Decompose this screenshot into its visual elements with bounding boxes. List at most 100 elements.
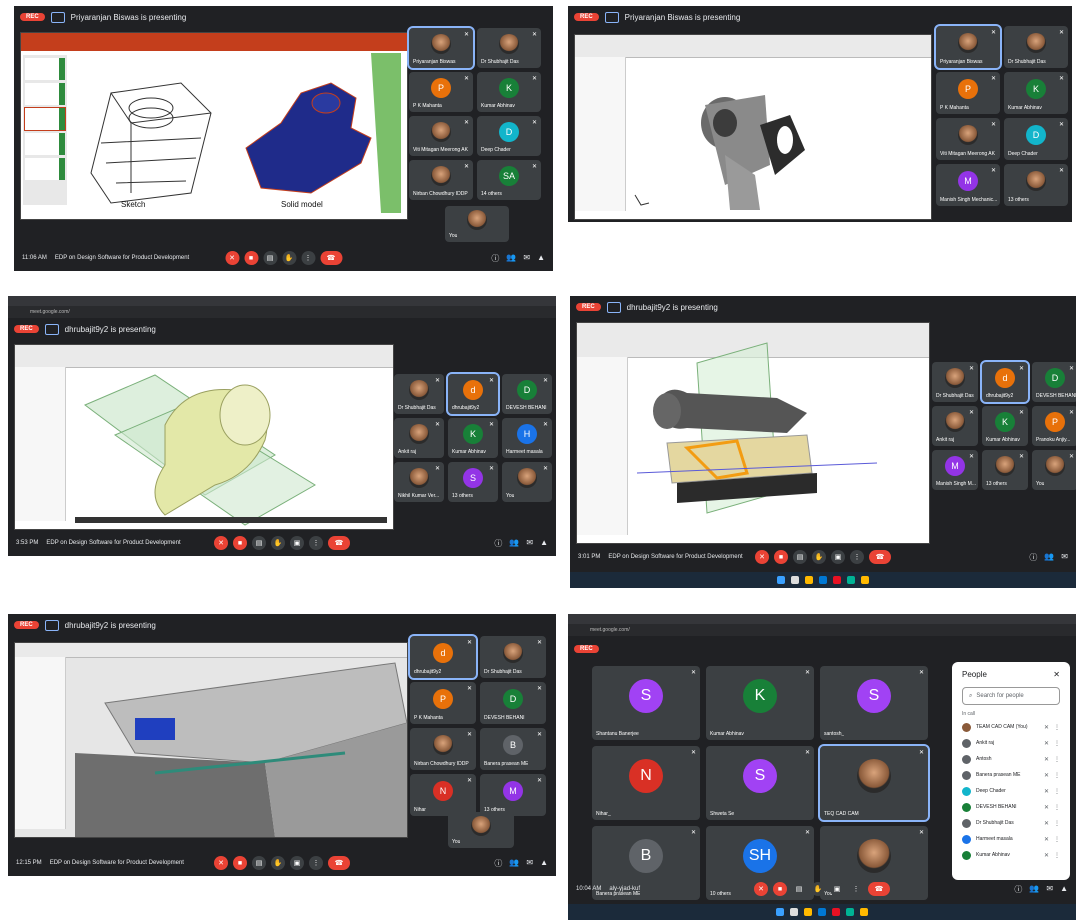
activities-icon[interactable]: ▲ — [537, 253, 545, 264]
more-options-button[interactable]: ⋮ — [301, 251, 315, 265]
participant-tile[interactable]: ✕ Ankit raj — [932, 406, 978, 446]
info-icon[interactable]: ⓘ — [494, 538, 502, 549]
people-icon[interactable]: 👥 — [509, 538, 519, 549]
present-button[interactable]: ▣ — [830, 882, 844, 896]
taskbar-app-icon[interactable] — [804, 908, 812, 916]
participant-tile[interactable]: d ✕ dhrubajit9y2 — [408, 634, 478, 680]
start-icon[interactable] — [777, 576, 785, 584]
raise-hand-button[interactable]: ✋ — [271, 536, 285, 550]
raise-hand-button[interactable]: ✋ — [271, 856, 285, 870]
taskbar-app-icon[interactable] — [846, 908, 854, 916]
taskbar-app-icon[interactable] — [847, 576, 855, 584]
participant-tile[interactable]: D ✕ Deep Chader — [1004, 118, 1068, 160]
participant-tile[interactable]: M ✕ Manish Singh Mechanic... — [936, 164, 1000, 206]
participant-tile[interactable]: P ✕ Pranoku Anjiy... — [1032, 406, 1076, 446]
captions-button[interactable]: ▤ — [792, 882, 806, 896]
participant-tile[interactable]: K ✕ Kumar Abhinav — [982, 406, 1028, 446]
mic-off-button[interactable]: ✕ — [214, 856, 228, 870]
chat-icon[interactable]: ✉ — [1046, 884, 1053, 895]
people-search-input[interactable]: ⌕ Search for people — [962, 687, 1060, 705]
participant-tile[interactable]: M ✕ 13 others — [480, 774, 546, 816]
chat-icon[interactable]: ✉ — [1061, 552, 1068, 563]
more-options-icon[interactable]: ⋮ — [1054, 724, 1060, 731]
leave-call-button[interactable]: ☎ — [328, 856, 350, 870]
leave-call-button[interactable]: ☎ — [328, 536, 350, 550]
captions-button[interactable]: ▤ — [263, 251, 277, 265]
people-list-item[interactable]: Kumar Abhinav ✕ ⋮ — [952, 847, 1070, 863]
activities-icon[interactable]: ▲ — [540, 538, 548, 549]
participant-tile[interactable]: P ✕ P K Mahanta — [936, 72, 1000, 114]
participant-tile[interactable]: D ✕ DEVESH BEHANI — [1032, 362, 1076, 402]
participant-tile[interactable]: ✕ Dr Shubhajit Das — [477, 28, 541, 68]
raise-hand-button[interactable]: ✋ — [812, 550, 826, 564]
more-options-icon[interactable]: ⋮ — [1054, 820, 1060, 827]
activities-icon[interactable]: ▲ — [540, 858, 548, 869]
participant-tile[interactable]: ✕ 13 others — [1004, 164, 1068, 206]
participant-tile[interactable]: P ✕ P K Mahanta — [410, 682, 476, 724]
taskbar-app-icon[interactable] — [818, 908, 826, 916]
participant-tile[interactable]: ✕ Ankit raj — [394, 418, 444, 458]
chat-icon[interactable]: ✉ — [523, 253, 530, 264]
start-icon[interactable] — [776, 908, 784, 916]
more-options-icon[interactable]: ⋮ — [1054, 788, 1060, 795]
participant-tile[interactable]: ✕ TEQ CAD CAM — [818, 744, 930, 822]
participant-tile[interactable]: ✕ Viti Mitagan Meerong AK — [409, 116, 473, 156]
leave-call-button[interactable]: ☎ — [868, 882, 890, 896]
participant-tile[interactable]: ✕ You — [502, 462, 552, 502]
participant-tile[interactable]: ✕ Dr Shubhajit Das — [1004, 26, 1068, 68]
participant-tile[interactable]: ✕ Nirban Chowdhury IDDP — [409, 160, 473, 200]
people-list-item[interactable]: DEVESH BEHANI ✕ ⋮ — [952, 799, 1070, 815]
participant-tile[interactable]: D ✕ DEVESH BEHANI — [480, 682, 546, 724]
search-icon[interactable] — [791, 576, 799, 584]
more-options-button[interactable]: ⋮ — [309, 536, 323, 550]
present-button[interactable]: ▣ — [831, 550, 845, 564]
participant-tile[interactable]: ✕ Priyaranjan Biswas — [934, 24, 1002, 70]
mic-off-button[interactable]: ✕ — [755, 550, 769, 564]
participant-tile[interactable]: S ✕ Shweta Se — [706, 746, 814, 820]
taskbar-app-icon[interactable] — [819, 576, 827, 584]
info-icon[interactable]: ⓘ — [491, 253, 499, 264]
taskbar-app-icon[interactable] — [805, 576, 813, 584]
participant-tile[interactable]: S ✕ 13 others — [448, 462, 498, 502]
participant-tile[interactable]: ✕ Nikhil Kumar Ver... — [394, 462, 444, 502]
more-options-button[interactable]: ⋮ — [850, 550, 864, 564]
people-list-item[interactable]: TEAM CAD CAM (You) ✕ ⋮ — [952, 719, 1070, 735]
more-options-icon[interactable]: ⋮ — [1054, 740, 1060, 747]
people-list-item[interactable]: Dr Shubhajit Das ✕ ⋮ — [952, 815, 1070, 831]
participant-tile[interactable]: d ✕ dhrubajit9y2 — [446, 372, 500, 416]
activities-icon[interactable]: ▲ — [1060, 884, 1068, 895]
more-options-button[interactable]: ⋮ — [849, 882, 863, 896]
close-icon[interactable]: ✕ — [1053, 670, 1060, 679]
participant-tile[interactable]: N ✕ Nihar — [410, 774, 476, 816]
people-icon[interactable]: 👥 — [506, 253, 516, 264]
participant-tile[interactable]: K ✕ Kumar Abhinav — [448, 418, 498, 458]
info-icon[interactable]: ⓘ — [1029, 552, 1037, 563]
participant-tile[interactable]: H ✕ Harmeet masala — [502, 418, 552, 458]
participant-tile[interactable]: B ✕ Banera prasean ME — [480, 728, 546, 770]
mic-off-button[interactable]: ✕ — [214, 536, 228, 550]
search-icon[interactable] — [790, 908, 798, 916]
taskbar-app-icon[interactable] — [833, 576, 841, 584]
camera-off-button[interactable]: ■ — [233, 536, 247, 550]
raise-hand-button[interactable]: ✋ — [811, 882, 825, 896]
present-button[interactable]: ▣ — [290, 536, 304, 550]
participant-tile[interactable]: D ✕ Deep Chader — [477, 116, 541, 156]
captions-button[interactable]: ▤ — [793, 550, 807, 564]
people-icon[interactable]: 👥 — [1044, 552, 1054, 563]
mic-off-button[interactable]: ✕ — [225, 251, 239, 265]
people-list-item[interactable]: Banera prasean ME ✕ ⋮ — [952, 767, 1070, 783]
camera-off-button[interactable]: ■ — [244, 251, 258, 265]
participant-tile[interactable]: d ✕ dhrubajit9y2 — [980, 360, 1030, 404]
people-list-item[interactable]: Antosh ✕ ⋮ — [952, 751, 1070, 767]
participant-tile[interactable]: ✕ Dr Shubhajit Das — [480, 636, 546, 678]
participant-tile[interactable]: ✕ Viti Mitagan Meerong AK — [936, 118, 1000, 160]
people-icon[interactable]: 👥 — [1029, 884, 1039, 895]
participant-tile[interactable]: P ✕ P K Mahanta — [409, 72, 473, 112]
info-icon[interactable]: ⓘ — [1014, 884, 1022, 895]
people-list-item[interactable]: Deep Chader ✕ ⋮ — [952, 783, 1070, 799]
participant-tile[interactable]: K ✕ Kumar Abhinav — [1004, 72, 1068, 114]
participant-tile[interactable]: K ✕ Kumar Abhinav — [477, 72, 541, 112]
people-list-item[interactable]: Ankit raj ✕ ⋮ — [952, 735, 1070, 751]
participant-tile[interactable]: S ✕ Shantanu Banerjee — [592, 666, 700, 740]
participant-tile[interactable]: S ✕ santosh_ — [820, 666, 928, 740]
